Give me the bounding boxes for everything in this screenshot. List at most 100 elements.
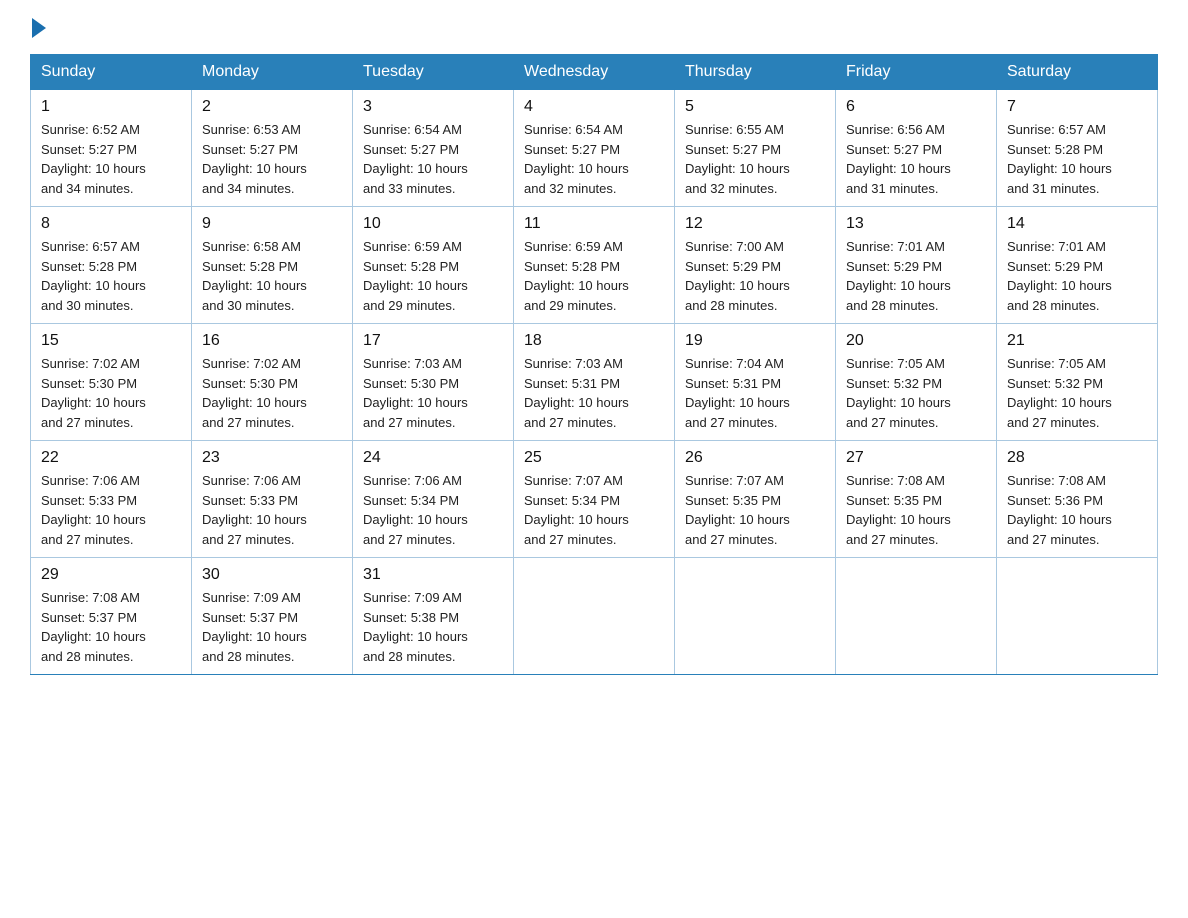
logo-arrow-icon	[32, 18, 46, 38]
day-number: 13	[846, 215, 986, 233]
calendar-cell: 12 Sunrise: 7:00 AMSunset: 5:29 PMDaylig…	[675, 207, 836, 324]
calendar-week-row: 15 Sunrise: 7:02 AMSunset: 5:30 PMDaylig…	[31, 324, 1158, 441]
day-info: Sunrise: 7:05 AMSunset: 5:32 PMDaylight:…	[1007, 356, 1112, 430]
weekday-header-wednesday: Wednesday	[514, 55, 675, 90]
day-info: Sunrise: 7:04 AMSunset: 5:31 PMDaylight:…	[685, 356, 790, 430]
day-info: Sunrise: 7:01 AMSunset: 5:29 PMDaylight:…	[1007, 239, 1112, 313]
calendar-table: SundayMondayTuesdayWednesdayThursdayFrid…	[30, 54, 1158, 675]
calendar-cell: 28 Sunrise: 7:08 AMSunset: 5:36 PMDaylig…	[997, 441, 1158, 558]
day-info: Sunrise: 6:59 AMSunset: 5:28 PMDaylight:…	[363, 239, 468, 313]
calendar-cell: 29 Sunrise: 7:08 AMSunset: 5:37 PMDaylig…	[31, 558, 192, 675]
day-info: Sunrise: 7:01 AMSunset: 5:29 PMDaylight:…	[846, 239, 951, 313]
calendar-cell: 11 Sunrise: 6:59 AMSunset: 5:28 PMDaylig…	[514, 207, 675, 324]
calendar-cell: 13 Sunrise: 7:01 AMSunset: 5:29 PMDaylig…	[836, 207, 997, 324]
calendar-cell	[514, 558, 675, 675]
day-number: 12	[685, 215, 825, 233]
day-info: Sunrise: 7:07 AMSunset: 5:34 PMDaylight:…	[524, 473, 629, 547]
day-number: 8	[41, 215, 181, 233]
day-info: Sunrise: 7:06 AMSunset: 5:33 PMDaylight:…	[41, 473, 146, 547]
calendar-cell: 20 Sunrise: 7:05 AMSunset: 5:32 PMDaylig…	[836, 324, 997, 441]
calendar-cell	[675, 558, 836, 675]
day-number: 25	[524, 449, 664, 467]
day-info: Sunrise: 7:02 AMSunset: 5:30 PMDaylight:…	[202, 356, 307, 430]
day-info: Sunrise: 7:05 AMSunset: 5:32 PMDaylight:…	[846, 356, 951, 430]
day-number: 23	[202, 449, 342, 467]
calendar-cell: 30 Sunrise: 7:09 AMSunset: 5:37 PMDaylig…	[192, 558, 353, 675]
day-number: 31	[363, 566, 503, 584]
calendar-cell: 24 Sunrise: 7:06 AMSunset: 5:34 PMDaylig…	[353, 441, 514, 558]
day-info: Sunrise: 7:00 AMSunset: 5:29 PMDaylight:…	[685, 239, 790, 313]
day-number: 20	[846, 332, 986, 350]
day-info: Sunrise: 7:03 AMSunset: 5:30 PMDaylight:…	[363, 356, 468, 430]
day-info: Sunrise: 6:52 AMSunset: 5:27 PMDaylight:…	[41, 122, 146, 196]
calendar-cell: 23 Sunrise: 7:06 AMSunset: 5:33 PMDaylig…	[192, 441, 353, 558]
calendar-cell: 2 Sunrise: 6:53 AMSunset: 5:27 PMDayligh…	[192, 90, 353, 207]
calendar-cell: 4 Sunrise: 6:54 AMSunset: 5:27 PMDayligh…	[514, 90, 675, 207]
calendar-cell: 27 Sunrise: 7:08 AMSunset: 5:35 PMDaylig…	[836, 441, 997, 558]
logo	[30, 20, 46, 40]
day-number: 28	[1007, 449, 1147, 467]
weekday-header-tuesday: Tuesday	[353, 55, 514, 90]
day-number: 5	[685, 98, 825, 116]
calendar-cell: 19 Sunrise: 7:04 AMSunset: 5:31 PMDaylig…	[675, 324, 836, 441]
calendar-cell: 26 Sunrise: 7:07 AMSunset: 5:35 PMDaylig…	[675, 441, 836, 558]
day-info: Sunrise: 6:56 AMSunset: 5:27 PMDaylight:…	[846, 122, 951, 196]
calendar-cell: 3 Sunrise: 6:54 AMSunset: 5:27 PMDayligh…	[353, 90, 514, 207]
calendar-cell: 1 Sunrise: 6:52 AMSunset: 5:27 PMDayligh…	[31, 90, 192, 207]
calendar-cell: 6 Sunrise: 6:56 AMSunset: 5:27 PMDayligh…	[836, 90, 997, 207]
day-info: Sunrise: 6:54 AMSunset: 5:27 PMDaylight:…	[524, 122, 629, 196]
weekday-header-thursday: Thursday	[675, 55, 836, 90]
calendar-cell: 25 Sunrise: 7:07 AMSunset: 5:34 PMDaylig…	[514, 441, 675, 558]
day-number: 3	[363, 98, 503, 116]
calendar-cell: 7 Sunrise: 6:57 AMSunset: 5:28 PMDayligh…	[997, 90, 1158, 207]
day-info: Sunrise: 7:08 AMSunset: 5:37 PMDaylight:…	[41, 590, 146, 664]
calendar-cell: 14 Sunrise: 7:01 AMSunset: 5:29 PMDaylig…	[997, 207, 1158, 324]
day-info: Sunrise: 7:09 AMSunset: 5:38 PMDaylight:…	[363, 590, 468, 664]
calendar-cell	[997, 558, 1158, 675]
day-number: 9	[202, 215, 342, 233]
calendar-cell: 16 Sunrise: 7:02 AMSunset: 5:30 PMDaylig…	[192, 324, 353, 441]
day-number: 22	[41, 449, 181, 467]
day-number: 26	[685, 449, 825, 467]
calendar-cell: 10 Sunrise: 6:59 AMSunset: 5:28 PMDaylig…	[353, 207, 514, 324]
calendar-cell: 22 Sunrise: 7:06 AMSunset: 5:33 PMDaylig…	[31, 441, 192, 558]
calendar-cell: 17 Sunrise: 7:03 AMSunset: 5:30 PMDaylig…	[353, 324, 514, 441]
weekday-header-monday: Monday	[192, 55, 353, 90]
day-number: 24	[363, 449, 503, 467]
day-info: Sunrise: 7:02 AMSunset: 5:30 PMDaylight:…	[41, 356, 146, 430]
calendar-cell: 15 Sunrise: 7:02 AMSunset: 5:30 PMDaylig…	[31, 324, 192, 441]
calendar-cell: 9 Sunrise: 6:58 AMSunset: 5:28 PMDayligh…	[192, 207, 353, 324]
weekday-header-row: SundayMondayTuesdayWednesdayThursdayFrid…	[31, 55, 1158, 90]
day-number: 21	[1007, 332, 1147, 350]
calendar-week-row: 22 Sunrise: 7:06 AMSunset: 5:33 PMDaylig…	[31, 441, 1158, 558]
day-info: Sunrise: 6:53 AMSunset: 5:27 PMDaylight:…	[202, 122, 307, 196]
logo-area	[30, 20, 46, 36]
day-number: 1	[41, 98, 181, 116]
day-info: Sunrise: 6:58 AMSunset: 5:28 PMDaylight:…	[202, 239, 307, 313]
calendar-cell: 21 Sunrise: 7:05 AMSunset: 5:32 PMDaylig…	[997, 324, 1158, 441]
day-number: 4	[524, 98, 664, 116]
day-number: 11	[524, 215, 664, 233]
day-number: 7	[1007, 98, 1147, 116]
day-number: 16	[202, 332, 342, 350]
weekday-header-sunday: Sunday	[31, 55, 192, 90]
day-number: 29	[41, 566, 181, 584]
day-info: Sunrise: 6:55 AMSunset: 5:27 PMDaylight:…	[685, 122, 790, 196]
calendar-cell: 31 Sunrise: 7:09 AMSunset: 5:38 PMDaylig…	[353, 558, 514, 675]
calendar-week-row: 8 Sunrise: 6:57 AMSunset: 5:28 PMDayligh…	[31, 207, 1158, 324]
day-info: Sunrise: 6:57 AMSunset: 5:28 PMDaylight:…	[41, 239, 146, 313]
calendar-week-row: 1 Sunrise: 6:52 AMSunset: 5:27 PMDayligh…	[31, 90, 1158, 207]
calendar-cell: 5 Sunrise: 6:55 AMSunset: 5:27 PMDayligh…	[675, 90, 836, 207]
calendar-cell: 18 Sunrise: 7:03 AMSunset: 5:31 PMDaylig…	[514, 324, 675, 441]
day-info: Sunrise: 7:07 AMSunset: 5:35 PMDaylight:…	[685, 473, 790, 547]
day-info: Sunrise: 7:08 AMSunset: 5:36 PMDaylight:…	[1007, 473, 1112, 547]
day-number: 27	[846, 449, 986, 467]
calendar-cell: 8 Sunrise: 6:57 AMSunset: 5:28 PMDayligh…	[31, 207, 192, 324]
day-info: Sunrise: 7:08 AMSunset: 5:35 PMDaylight:…	[846, 473, 951, 547]
page-header	[30, 20, 1158, 36]
day-info: Sunrise: 7:09 AMSunset: 5:37 PMDaylight:…	[202, 590, 307, 664]
day-info: Sunrise: 6:59 AMSunset: 5:28 PMDaylight:…	[524, 239, 629, 313]
day-info: Sunrise: 7:06 AMSunset: 5:34 PMDaylight:…	[363, 473, 468, 547]
day-info: Sunrise: 7:03 AMSunset: 5:31 PMDaylight:…	[524, 356, 629, 430]
day-number: 6	[846, 98, 986, 116]
